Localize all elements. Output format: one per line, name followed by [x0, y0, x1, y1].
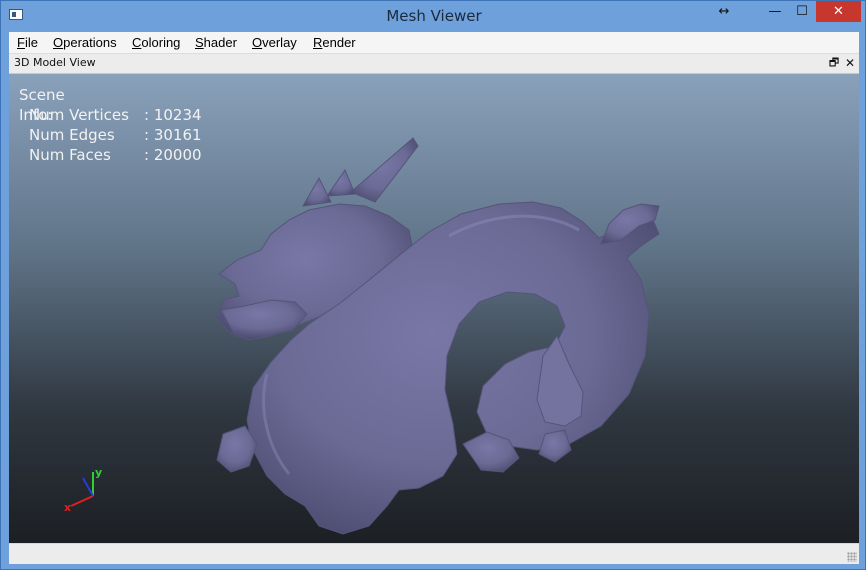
- edges-value: : 30161: [144, 126, 202, 144]
- dock-float-icon[interactable]: 🗗: [827, 55, 841, 71]
- resize-arrows-icon[interactable]: ↔: [707, 1, 741, 22]
- main-window: Mesh Viewer ↔ — ☐ ✕ File Operations Colo…: [0, 0, 866, 570]
- y-axis-label: y: [95, 466, 102, 479]
- client-area: File Operations Coloring Shader Overlay …: [9, 32, 859, 564]
- title-bar[interactable]: Mesh Viewer ↔ — ☐ ✕: [1, 1, 865, 32]
- menu-coloring[interactable]: Coloring: [132, 35, 180, 50]
- faces-label: Num Faces: [29, 146, 111, 164]
- dock-title-bar[interactable]: 3D Model View 🗗 ✕: [9, 54, 859, 74]
- maximize-button[interactable]: ☐: [785, 1, 819, 22]
- faces-value: : 20000: [144, 146, 202, 164]
- menu-render[interactable]: Render: [313, 35, 356, 50]
- menu-overlay[interactable]: Overlay: [252, 35, 297, 50]
- z-axis-line: [82, 477, 94, 497]
- vertices-label: Num Vertices: [29, 106, 129, 124]
- 3d-viewport[interactable]: Scene Info: Num Vertices : 10234 Num Edg…: [9, 74, 859, 543]
- resize-grip-icon[interactable]: [847, 552, 857, 562]
- dock-title: 3D Model View: [14, 56, 96, 69]
- vertices-value: : 10234: [144, 106, 202, 124]
- close-button[interactable]: ✕: [816, 1, 861, 22]
- menu-bar: File Operations Coloring Shader Overlay …: [9, 32, 859, 54]
- menu-shader[interactable]: Shader: [195, 35, 237, 50]
- dock-close-icon[interactable]: ✕: [843, 55, 857, 71]
- menu-file[interactable]: File: [17, 35, 38, 50]
- status-bar: [9, 543, 859, 564]
- x-axis-line: [70, 495, 94, 507]
- x-axis-label: x: [64, 501, 71, 514]
- menu-operations[interactable]: Operations: [53, 35, 117, 50]
- edges-label: Num Edges: [29, 126, 115, 144]
- dragon-mesh[interactable]: [9, 74, 859, 543]
- axis-gizmo: y x: [64, 466, 102, 514]
